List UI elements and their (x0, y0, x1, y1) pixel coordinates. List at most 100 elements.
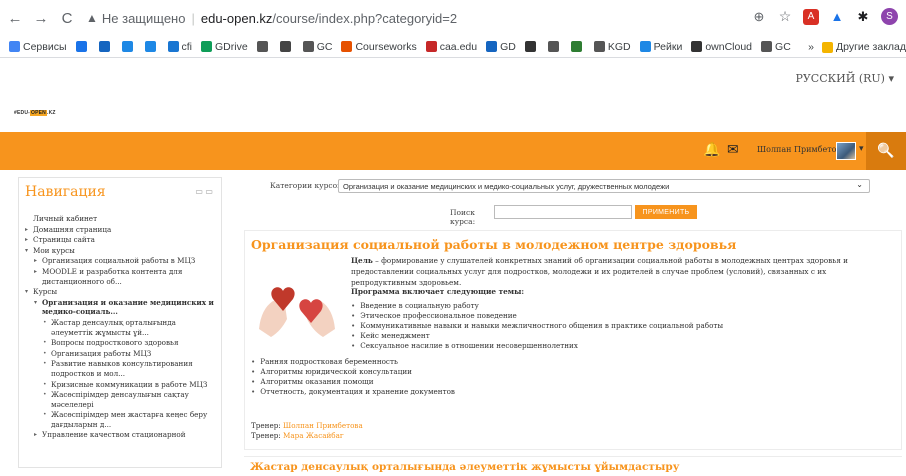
nav-item[interactable]: ▸ Домашняя страница (25, 225, 219, 235)
nav-item[interactable]: ▸ MOODLE и разработка контента для дистан… (25, 267, 219, 286)
topic-list: Введение в социальную работуЭтическое пр… (351, 301, 723, 351)
bullet-icon: • (43, 411, 47, 419)
forward-button[interactable]: → (30, 7, 52, 29)
bookmark-icon (341, 41, 353, 52)
topic-item: Этическое профессиональное поведение (351, 311, 723, 321)
block-controls-icon[interactable]: ▭ ▭ (195, 187, 213, 196)
nav-item-label: Развитие навыков консультирования подрос… (51, 359, 193, 378)
bookmark-item[interactable] (547, 41, 562, 52)
browser-toolbar: ← → C ▲ Не защищено | edu-open.kz/course… (0, 0, 906, 36)
summary-text: – формирование у слушателей конкретных з… (351, 256, 849, 287)
bookmark-item[interactable]: Рейки (639, 40, 683, 53)
bookmark-label: GDrive (215, 40, 248, 53)
zoom-icon[interactable]: ⊕ (751, 9, 767, 25)
address-bar[interactable]: ▲ Не защищено | edu-open.kz/course/index… (86, 6, 776, 30)
bookmark-item[interactable]: cfi (167, 41, 192, 53)
bookmark-item[interactable] (121, 41, 136, 52)
bell-icon[interactable]: 🔔 (703, 142, 720, 158)
nav-item[interactable]: ▸ Управление качеством стационарной (25, 430, 219, 440)
language-selector[interactable]: РУССКИЙ (RU) ▾ (795, 72, 894, 85)
category-select[interactable]: Организация и оказание медицинских и мед… (338, 179, 870, 193)
nav-item[interactable]: • Жастар денсаулық орталығында әлеуметтік… (25, 318, 219, 337)
url-path: /course/index.php?categoryid=2 (272, 10, 458, 26)
logo-highlight: OPEN (30, 110, 47, 116)
mail-icon[interactable]: ✉ (727, 142, 739, 158)
search-icon[interactable]: 🔍 (866, 132, 906, 170)
profile-avatar[interactable]: S (881, 8, 898, 25)
nav-item[interactable]: • Кризисные коммуникации в работе МЦЗ (25, 380, 219, 390)
folder-icon (822, 41, 833, 53)
program-heading: Программа включает следующие темы: (351, 287, 525, 296)
bookmarks-bar: Сервисы cfi GDrive GC Courseworks caa.edu GD KG… (0, 36, 906, 58)
user-avatar[interactable] (836, 142, 856, 160)
trainer-link[interactable]: Мара Жасайбаг (283, 431, 344, 440)
reload-button[interactable]: C (56, 7, 78, 29)
nav-item[interactable]: ▾ Курсы (25, 287, 219, 297)
bookmark-item[interactable] (144, 41, 159, 52)
bookmark-item[interactable] (75, 41, 90, 52)
bookmark-item[interactable]: Courseworks (341, 41, 417, 53)
bookmarks-more-button[interactable]: » (808, 41, 814, 53)
site-logo[interactable]: #EDU-OPEN.KZ (14, 110, 56, 116)
bookmark-item[interactable] (98, 41, 113, 52)
nav-item[interactable]: ▾ Мои курсы (25, 246, 219, 256)
category-selected: Организация и оказание медицинских и мед… (343, 182, 670, 191)
bookmark-icon (761, 41, 773, 52)
course-summary: Цель – формирование у слушателей конкрет… (351, 255, 891, 288)
course-search-input[interactable] (494, 205, 632, 219)
topic-item: Отчетность, документация и хранение доку… (251, 387, 455, 397)
nav-item-label: Личный кабинет (33, 214, 98, 223)
bookmark-item[interactable]: GC (302, 41, 332, 53)
user-name[interactable]: Шолпан Примбетова (757, 145, 846, 154)
bookmark-icon (593, 41, 605, 52)
other-bookmarks[interactable]: Другие заклад (836, 41, 906, 53)
bookmark-item[interactable] (256, 41, 271, 52)
back-button[interactable]: ← (4, 7, 26, 29)
apply-button[interactable]: ПРИМЕНИТЬ (635, 205, 697, 219)
bookmark-item[interactable]: KGD (593, 41, 631, 53)
bookmark-item[interactable]: caa.edu (425, 41, 477, 53)
extension-bar: ⊕ ☆ A ▲ ✱ S (751, 8, 898, 25)
navigation-title: Навигация (25, 184, 106, 200)
bookmark-item[interactable] (570, 41, 585, 52)
nav-item[interactable]: ▸ Организация социальной работы в МЦЗ (25, 256, 219, 266)
next-course-title[interactable]: Жастар денсаулық орталығында әлеуметтік … (250, 461, 679, 473)
star-icon[interactable]: ☆ (777, 8, 793, 25)
bookmark-icon (121, 41, 133, 52)
topic-item: Алгоритмы юридической консультации (251, 367, 455, 377)
nav-item-label: Организация социальной работы в МЦЗ (42, 256, 196, 266)
course-title[interactable]: Организация социальной работы в молодежн… (251, 237, 736, 252)
category-label: Категории курсов: (270, 181, 344, 190)
chevron-down-icon: ⌄ (856, 180, 863, 189)
nav-item[interactable]: ▾ Организация и оказание медицинских и ме… (25, 298, 219, 317)
chevron-right-icon: ▸ (25, 225, 29, 233)
bookmark-icon (425, 41, 437, 52)
adobe-icon[interactable]: A (803, 8, 819, 25)
bookmark-item[interactable]: Сервисы (9, 41, 67, 53)
bookmark-label: Рейки (653, 40, 683, 53)
bookmark-item[interactable]: ownCloud (691, 41, 752, 53)
bookmark-item[interactable]: GC (761, 41, 791, 53)
nav-item-label: Жасөспірімдер мен жастарға кеңес беру да… (51, 410, 208, 429)
nav-item[interactable]: • Организация работы МЦЗ (25, 349, 219, 359)
nav-item[interactable]: Личный кабинет (25, 214, 219, 224)
bookmark-item[interactable]: GD (486, 41, 516, 53)
bookmark-item[interactable]: GDrive (201, 41, 248, 53)
nav-item-label: Кризисные коммуникации в работе МЦЗ (51, 379, 208, 389)
nav-item[interactable]: • Вопросы подросткового здоровья (25, 338, 219, 348)
nav-item-label: MOODLE и разработка контента для дистанц… (42, 266, 183, 286)
nav-item[interactable]: • Жасөспірімдер мен жастарға кеңес беру д… (25, 410, 219, 429)
bookmark-icon (144, 41, 156, 52)
bookmark-item[interactable] (524, 41, 539, 52)
nav-item[interactable]: ▸ Страницы сайта (25, 235, 219, 245)
nav-item[interactable]: • Развитие навыков консультирования подро… (25, 359, 219, 378)
nav-item-label: Вопросы подросткового здоровья (51, 338, 179, 348)
user-menu-caret[interactable]: ▾ (859, 144, 864, 154)
trainer-label: Тренер: (251, 431, 281, 440)
drive-icon[interactable]: ▲ (829, 9, 845, 25)
puzzle-icon[interactable]: ✱ (855, 9, 871, 25)
trainer-link[interactable]: Шолпан Примбетова (283, 421, 363, 430)
nav-item[interactable]: • Жасөспірімдер денсаулығын сақтау мәселе… (25, 390, 219, 409)
bookmark-item[interactable] (279, 41, 294, 52)
address-separator: | (191, 10, 195, 26)
